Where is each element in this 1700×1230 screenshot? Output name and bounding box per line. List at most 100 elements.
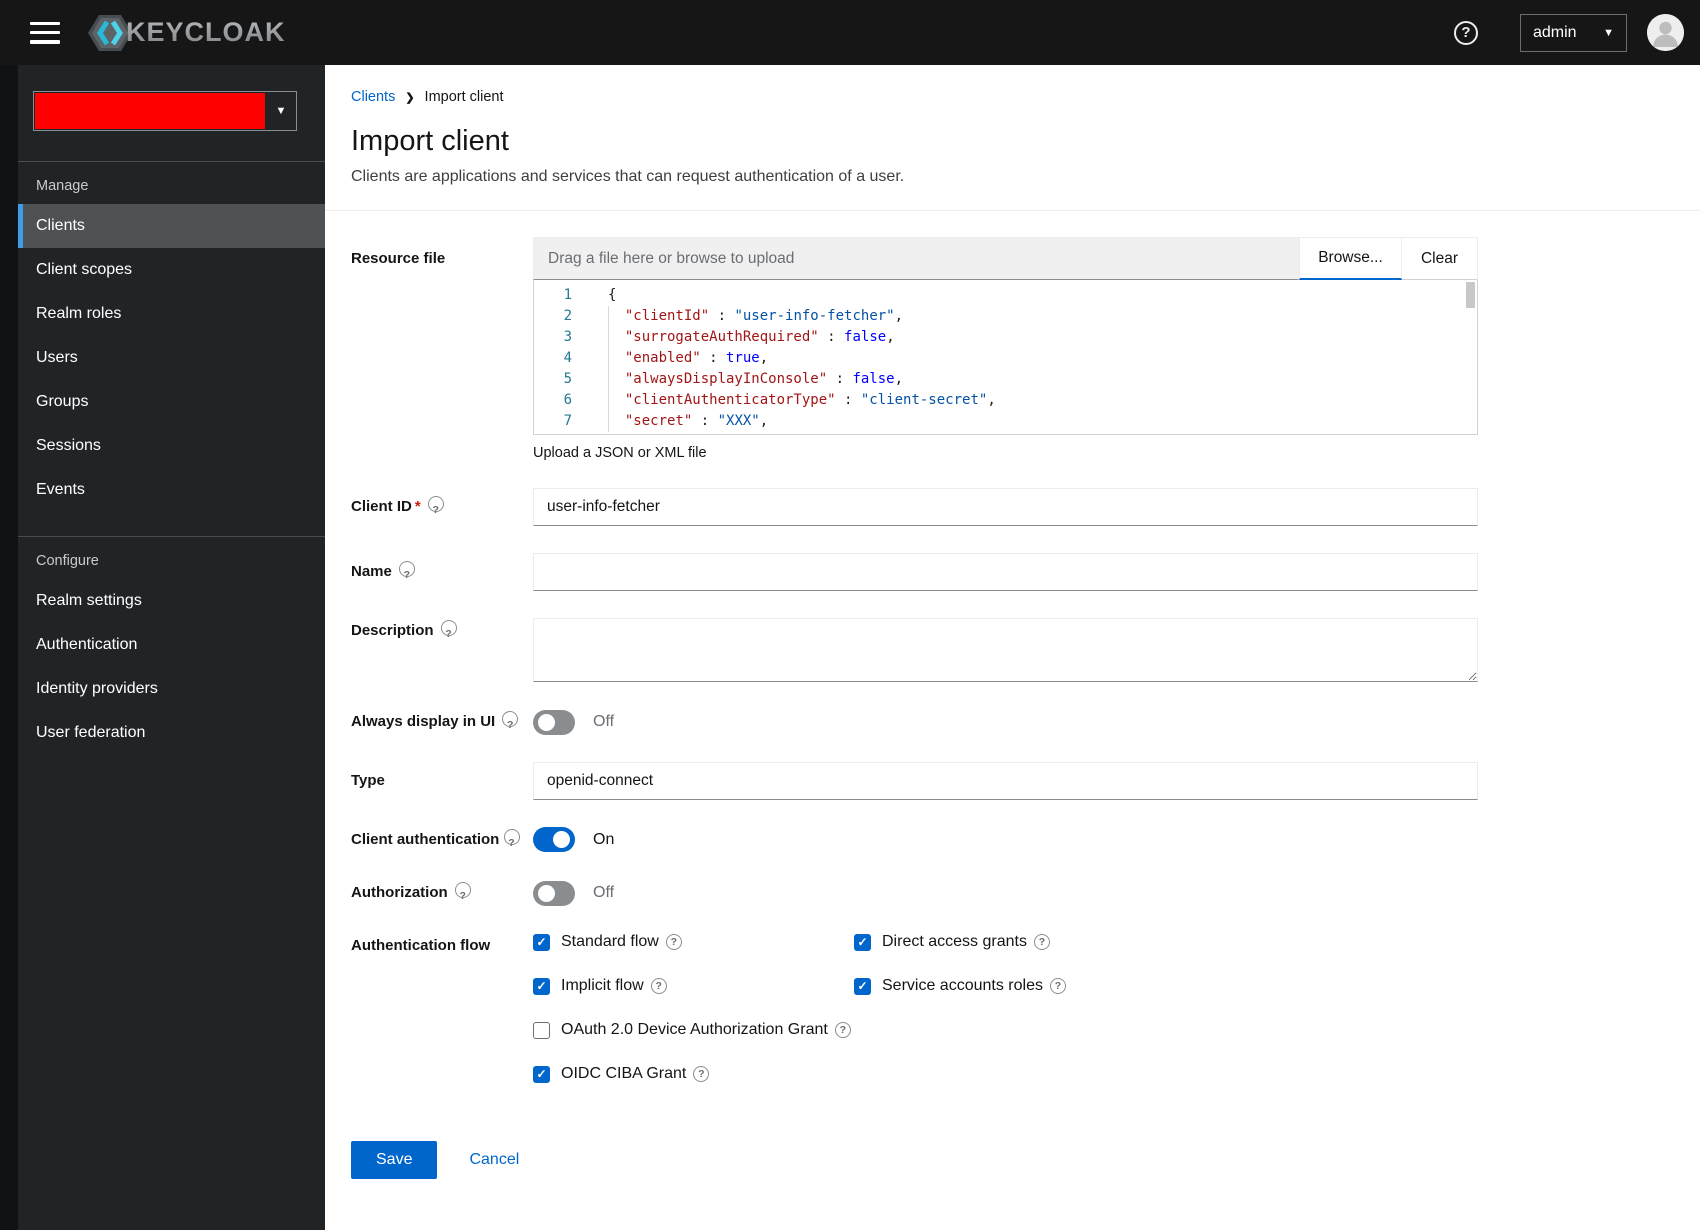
auth-flow-option: ✓ Standard flow? [533, 933, 854, 951]
browse-button[interactable]: Browse... [1299, 237, 1402, 280]
always-display-toggle[interactable] [533, 709, 575, 735]
code-line: 1{ [534, 285, 1477, 306]
sidebar-item-realm-roles[interactable]: Realm roles [18, 292, 325, 336]
auth-flow-option: OAuth 2.0 Device Authorization Grant? [533, 1021, 854, 1039]
upload-helper-text: Upload a JSON or XML file [533, 445, 707, 461]
main-content: Clients ❯ Import client Import client Cl… [325, 65, 1700, 1230]
sidebar-item-user-federation[interactable]: User federation [18, 711, 325, 755]
help-icon[interactable]: ? [665, 934, 682, 950]
checkbox-label: Implicit flow [561, 977, 644, 994]
type-input[interactable] [533, 762, 1478, 800]
nav-section-title: Configure [36, 553, 99, 569]
help-icon[interactable]: ? [503, 829, 520, 849]
json-code-editor[interactable]: 1{2 "clientId" : "user-info-fetcher", 3 "… [533, 280, 1478, 435]
chevron-right-icon: ❯ [405, 91, 415, 104]
sidebar-nav: Manage Clients Client scopes Realm roles Use… [0, 161, 325, 755]
person-icon [1647, 14, 1684, 51]
toggle-state-label: Off [593, 713, 615, 730]
code-line: 5 "alwaysDisplayInConsole" : false, [534, 369, 1477, 390]
form-actions: Save Cancel [351, 1141, 1478, 1179]
keycloak-admin-console: KEYCLOAK ? admin ▼ ▼ Manage Clients Client… [0, 0, 1700, 1230]
cancel-button[interactable]: Cancel [469, 1151, 519, 1169]
authorization-label: Authorization? [351, 880, 533, 906]
sidebar-item-users[interactable]: Users [18, 336, 325, 380]
import-client-form: Resource file Drag a file here or browse… [325, 211, 1700, 1179]
help-icon[interactable]: ? [1049, 978, 1066, 994]
help-icon[interactable]: ? [693, 1066, 710, 1082]
toggle-state-label: Off [593, 884, 615, 901]
code-line: 3 "surrogateAuthRequired" : false, [534, 327, 1477, 348]
checkbox-unchecked-oauth-2-0-device-authorization-grant[interactable] [533, 1021, 550, 1039]
help-icon[interactable]: ? [1033, 934, 1050, 950]
authentication-flow-options: ✓ Standard flow? ✓ Direct access grants? ✓ Im… [533, 933, 1478, 1083]
chevron-down-icon: ▼ [275, 105, 287, 117]
file-upload-control: Drag a file here or browse to upload Bro… [533, 237, 1478, 280]
sidebar-item-clients[interactable]: Clients [18, 204, 325, 248]
help-icon[interactable]: ? [454, 882, 471, 902]
brand-text: KEYCLOAK [126, 17, 286, 47]
line-number: 1 [563, 287, 572, 303]
checkbox-label: Direct access grants [882, 933, 1027, 950]
help-icon[interactable]: ? [834, 1022, 851, 1038]
hamburger-menu-icon[interactable] [30, 21, 60, 44]
name-label: Name? [351, 559, 533, 585]
breadcrumb-current: Import client [424, 89, 504, 105]
authorization-toggle[interactable] [533, 880, 575, 906]
checkbox-label: Standard flow [561, 933, 659, 950]
sidebar-item-client-scopes[interactable]: Client scopes [18, 248, 325, 292]
description-label: Description? [351, 618, 533, 644]
chevron-down-icon: ▼ [1603, 26, 1614, 39]
help-icon[interactable]: ? [440, 620, 457, 640]
required-asterisk: * [414, 498, 421, 515]
sidebar: ▼ Manage Clients Client scopes Realm roles U… [0, 65, 325, 1230]
help-icon[interactable]: ? [427, 496, 444, 516]
sidebar-item-authentication[interactable]: Authentication [18, 623, 325, 667]
line-number: 4 [563, 350, 572, 366]
realm-selector-dropdown[interactable]: ▼ [33, 91, 297, 131]
help-icon[interactable]: ? [502, 711, 519, 731]
sidebar-item-realm-settings[interactable]: Realm settings [18, 579, 325, 623]
help-icon[interactable]: ? [398, 561, 415, 581]
checkbox-checked-oidc-ciba-grant[interactable]: ✓ [533, 1065, 550, 1083]
checkbox-label: OIDC CIBA Grant [561, 1065, 687, 1082]
client-authentication-toggle[interactable] [533, 827, 575, 852]
help-icon[interactable]: ? [650, 978, 667, 994]
user-menu-dropdown[interactable]: admin ▼ [1520, 13, 1627, 52]
type-label: Type [351, 772, 385, 789]
always-display-label: Always display in UI? [351, 709, 533, 735]
save-button[interactable]: Save [351, 1141, 438, 1179]
avatar[interactable] [1647, 14, 1684, 51]
checkbox-checked-implicit-flow[interactable]: ✓ [533, 977, 550, 995]
auth-flow-option: ✓ Service accounts roles? [854, 977, 1478, 995]
code-line: 6 "clientAuthenticatorType" : "client-se… [534, 390, 1477, 411]
user-menu-label: admin [1533, 23, 1577, 41]
client-authentication-label: Client authentication ? [351, 827, 533, 853]
name-input[interactable] [533, 553, 1478, 591]
checkbox-checked-service-accounts-roles[interactable]: ✓ [854, 977, 871, 995]
keycloak-logo: KEYCLOAK [88, 13, 286, 53]
nav-section-title: Manage [36, 178, 89, 194]
line-number: 6 [563, 392, 572, 408]
sidebar-item-identity-providers[interactable]: Identity providers [18, 667, 325, 711]
masthead: KEYCLOAK ? admin ▼ [0, 0, 1700, 65]
checkbox-checked-direct-access-grants[interactable]: ✓ [854, 933, 871, 951]
sidebar-item-events[interactable]: Events [18, 468, 325, 512]
clear-button[interactable]: Clear [1402, 237, 1478, 280]
editor-scrollbar-thumb[interactable] [1466, 282, 1475, 308]
help-icon[interactable]: ? [1454, 20, 1478, 45]
client-id-input[interactable] [533, 488, 1478, 526]
sidebar-item-sessions[interactable]: Sessions [18, 424, 325, 468]
sidebar-item-groups[interactable]: Groups [18, 380, 325, 424]
page-subtitle: Clients are applications and services th… [351, 168, 905, 185]
realm-name-redacted [35, 93, 265, 129]
code-lines: 1{2 "clientId" : "user-info-fetcher", 3 "… [534, 285, 1477, 432]
line-number: 7 [563, 413, 572, 429]
description-textarea[interactable] [533, 618, 1478, 682]
code-line: 7 "secret" : "XXX", [534, 411, 1477, 432]
resource-file-label: Resource file [351, 250, 446, 267]
breadcrumb-link-clients[interactable]: Clients [351, 89, 395, 105]
file-drop-zone[interactable]: Drag a file here or browse to upload [533, 237, 1299, 280]
code-line: 2 "clientId" : "user-info-fetcher", [534, 306, 1477, 327]
checkbox-checked-standard-flow[interactable]: ✓ [533, 933, 550, 951]
breadcrumb: Clients ❯ Import client [351, 89, 1674, 105]
